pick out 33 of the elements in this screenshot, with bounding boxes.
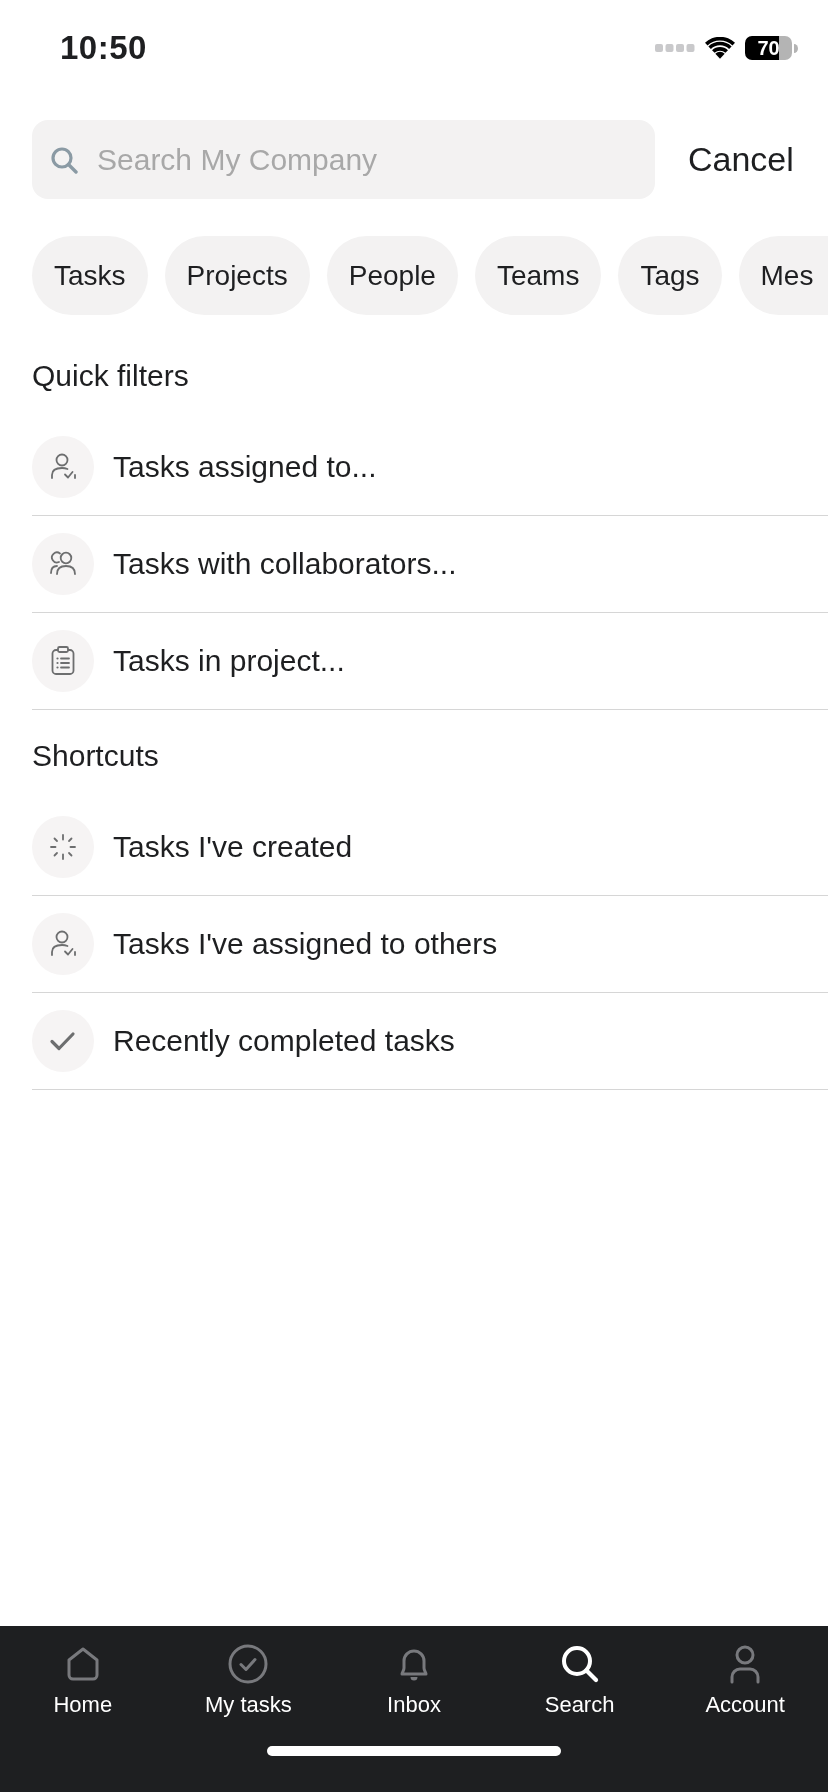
tab-bar-item[interactable]: Search bbox=[504, 1642, 655, 1718]
list-item-label[interactable]: Tasks I've assigned to others bbox=[113, 927, 498, 961]
signal-icon bbox=[655, 44, 695, 52]
clipboard-icon bbox=[32, 630, 94, 692]
list-item-label[interactable]: Tasks in project... bbox=[113, 644, 345, 678]
checkmark-icon bbox=[32, 1010, 94, 1072]
tab-bar-item[interactable]: Account bbox=[670, 1642, 821, 1718]
people-icon bbox=[32, 533, 94, 595]
list-item-label[interactable]: Recently completed tasks bbox=[113, 1024, 455, 1058]
list-item-label[interactable]: Tasks with collaborators... bbox=[113, 547, 457, 581]
search-icon bbox=[50, 146, 78, 174]
filter-chip[interactable]: Projects bbox=[164, 236, 310, 315]
list-item-label[interactable]: Tasks assigned to... bbox=[113, 450, 377, 484]
wifi-icon bbox=[705, 37, 735, 59]
filter-chip[interactable]: Tags bbox=[618, 236, 722, 315]
section-heading: Shortcuts bbox=[32, 739, 160, 773]
filter-chip[interactable]: People bbox=[326, 236, 458, 315]
section-heading: Quick filters bbox=[32, 359, 190, 393]
battery-tip-icon bbox=[794, 43, 798, 53]
battery-percentage: 70 bbox=[757, 38, 780, 58]
person-check-icon bbox=[32, 436, 94, 498]
filter-chip[interactable]: Mes bbox=[738, 236, 828, 315]
status-time: 10:50 bbox=[60, 29, 147, 67]
tab-bar-item[interactable]: My tasks bbox=[173, 1642, 324, 1718]
filter-chip[interactable]: Teams bbox=[474, 236, 602, 315]
tab-bar-item[interactable]: Home bbox=[7, 1642, 158, 1718]
person-check-icon bbox=[32, 913, 94, 975]
spinner-icon bbox=[32, 816, 94, 878]
cancel-button[interactable]: Cancel bbox=[688, 140, 794, 179]
list-item-label[interactable]: Tasks I've created bbox=[113, 830, 353, 864]
tab-bar-item[interactable]: Inbox bbox=[339, 1642, 489, 1718]
search-field[interactable]: Search My Company bbox=[32, 120, 655, 199]
filter-chip[interactable]: Tasks bbox=[32, 236, 148, 315]
